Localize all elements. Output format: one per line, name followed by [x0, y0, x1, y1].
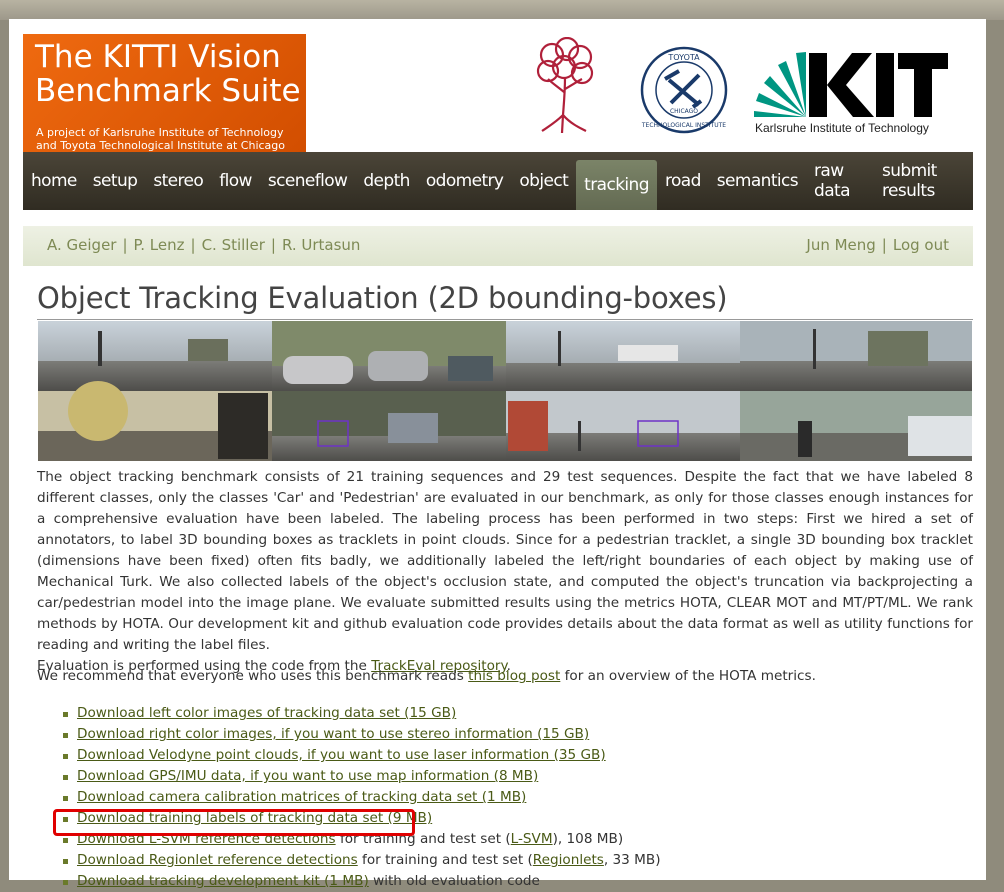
user-area: Jun Meng | Log out [806, 236, 949, 254]
download-size: ), 108 MB) [552, 831, 624, 847]
nav-item-semantics[interactable]: semantics [709, 152, 806, 210]
nav-item-road[interactable]: road [657, 152, 709, 210]
download-item: Download tracking development kit (1 MB)… [61, 871, 661, 892]
logout-link[interactable]: Log out [893, 236, 949, 254]
download-link[interactable]: Download Velodyne point clouds, if you w… [77, 747, 606, 763]
nav-item-stereo[interactable]: stereo [145, 152, 211, 210]
separator: | [190, 236, 196, 254]
kitti-logo[interactable]: The KITTI Vision Benchmark Suite A proje… [23, 34, 306, 152]
logo-title-line1: The KITTI Vision [35, 39, 281, 75]
tree-logo-icon [536, 37, 594, 134]
download-note: with old evaluation code [368, 873, 540, 889]
page-container: The KITTI Vision Benchmark Suite A proje… [9, 19, 986, 889]
kit-caption: Karlsruhe Institute of Technology [755, 121, 929, 135]
image-tile-3 [506, 321, 740, 391]
author-bar: A. Geiger | P. Lenz | C. Stiller | R. Urtasun … [23, 226, 973, 266]
recommend-text: We recommend that everyone who uses this… [37, 668, 816, 684]
highlight-annotation [53, 809, 415, 836]
nav-item-setup[interactable]: setup [85, 152, 146, 210]
page-title: Object Tracking Evaluation (2D bounding-… [37, 281, 728, 315]
kit-logo-icon [754, 52, 948, 117]
blog-post-link[interactable]: this blog post [468, 668, 560, 684]
tti-mid-text: CHICAGO [670, 108, 698, 115]
download-item: Download GPS/IMU data, if you want to us… [61, 766, 661, 787]
image-tile-1 [38, 321, 272, 391]
download-link[interactable]: Download camera calibration matrices of … [77, 789, 526, 805]
download-link[interactable]: Download Regionlet reference detections [77, 852, 358, 868]
logo-subtitle: A project of Karlsruhe Institute of Tech… [36, 126, 285, 152]
logo-title-line2: Benchmark Suite [35, 73, 301, 109]
image-tile-8 [740, 391, 972, 461]
nav-item-flow[interactable]: flow [211, 152, 260, 210]
download-link[interactable]: Download left color images of tracking d… [77, 705, 456, 721]
nav-item-object[interactable]: object [511, 152, 576, 210]
separator: | [270, 236, 276, 254]
download-link[interactable]: Download right color images, if you want… [77, 726, 589, 742]
author-links: A. Geiger | P. Lenz | C. Stiller | R. Urtasun [47, 236, 360, 254]
reference-link[interactable]: Regionlets [533, 852, 604, 868]
download-note: for training and test set ( [357, 852, 533, 868]
image-tile-5 [38, 381, 272, 461]
tti-bottom-text: TECHNOLOGICAL INSTITUTE [641, 122, 726, 129]
download-item: Download Regionlet reference detections … [61, 850, 661, 871]
download-item: Download camera calibration matrices of … [61, 787, 661, 808]
recommend-suffix: for an overview of the HOTA metrics. [560, 668, 816, 684]
author-link[interactable]: P. Lenz [134, 236, 185, 254]
tti-top-text: TOYOTA [667, 53, 700, 62]
recommend-prefix: We recommend that everyone who uses this… [37, 668, 469, 684]
image-tile-4 [740, 321, 972, 391]
nav-item-odometry[interactable]: odometry [418, 152, 512, 210]
image-tile-2 [272, 321, 506, 391]
image-tile-6 [272, 391, 506, 461]
image-tile-7 [506, 391, 740, 461]
logo-title: The KITTI Vision Benchmark Suite [35, 40, 301, 108]
author-link[interactable]: C. Stiller [202, 236, 265, 254]
nav-item-tracking[interactable]: tracking [576, 160, 657, 210]
logo-subtitle-line2: and Toyota Technological Institute at Ch… [36, 139, 286, 152]
author-link[interactable]: A. Geiger [47, 236, 116, 254]
download-item: Download right color images, if you want… [61, 724, 661, 745]
partner-logos: TOYOTA CHICAGO TECHNOLOGICAL INSTITUTE K… [534, 37, 954, 142]
nav-item-depth[interactable]: depth [355, 152, 417, 210]
user-name-link[interactable]: Jun Meng [806, 236, 875, 254]
tti-seal-icon: TOYOTA CHICAGO TECHNOLOGICAL INSTITUTE [640, 46, 728, 134]
download-link[interactable]: Download GPS/IMU data, if you want to us… [77, 768, 538, 784]
logo-subtitle-line1: A project of Karlsruhe Institute of Tech… [36, 126, 284, 139]
download-link[interactable]: Download tracking development kit (1 MB) [77, 873, 369, 889]
author-link[interactable]: R. Urtasun [282, 236, 360, 254]
description-text: The object tracking benchmark consists o… [37, 467, 973, 677]
download-list: Download left color images of tracking d… [61, 703, 661, 892]
description-paragraph: The object tracking benchmark consists o… [37, 469, 973, 653]
nav-item-sceneflow[interactable]: sceneflow [260, 152, 356, 210]
nav-list: home setup stereo flow sceneflow depth odometr… [23, 152, 973, 210]
download-item: Download Velodyne point clouds, if you w… [61, 745, 661, 766]
separator: | [122, 236, 128, 254]
nav-item-submit-results[interactable]: submit results [874, 152, 973, 210]
window-background [0, 0, 1004, 20]
nav-item-raw-data[interactable]: raw data [806, 152, 874, 210]
title-divider [37, 319, 973, 320]
tracking-example-images [38, 321, 972, 461]
separator: | [881, 236, 887, 254]
download-item: Download left color images of tracking d… [61, 703, 661, 724]
download-size: , 33 MB) [603, 852, 661, 868]
main-navigation: home setup stereo flow sceneflow depth odometr… [23, 152, 973, 210]
nav-item-home[interactable]: home [23, 152, 85, 210]
reference-link[interactable]: L-SVM [511, 831, 553, 847]
